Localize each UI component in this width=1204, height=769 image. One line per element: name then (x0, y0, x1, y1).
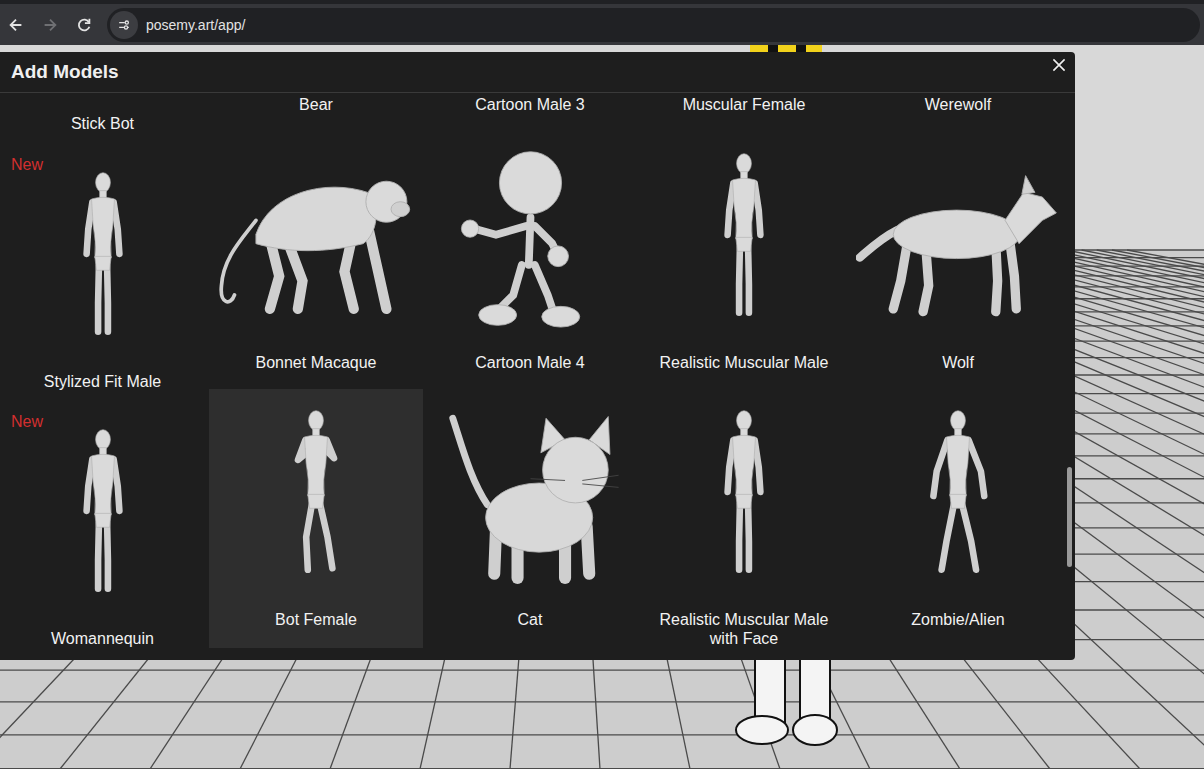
figure-icon (703, 135, 785, 343)
back-arrow-icon[interactable] (5, 16, 27, 34)
model-thumbnail (209, 389, 423, 602)
model-list[interactable]: Stick Bot New Stylized Fit Male New Womanneq… (0, 93, 1075, 660)
model-name: Muscular Female (673, 95, 816, 114)
add-models-dialog: Add ModelsStick BotNewStylized Fit MaleN… (0, 52, 1075, 660)
model-name: Bonnet Macaque (246, 353, 387, 372)
forward-arrow-icon[interactable] (39, 16, 61, 34)
scrollbar-thumb[interactable] (1067, 467, 1072, 567)
browser-window: posemy.art/app/Add Models Stick Bot New Sty… (0, 0, 1204, 769)
figure-icon (62, 411, 144, 619)
model-name: Realistic Muscular Male (650, 353, 839, 372)
cartoon-figure-icon (428, 144, 633, 334)
dialog-header: Add Models (0, 52, 1075, 93)
wolf-icon (856, 144, 1061, 334)
model-card[interactable]: Bonnet Macaque (209, 132, 423, 389)
model-card[interactable]: New Stylized Fit Male (0, 145, 205, 402)
figure-feet[interactable] (736, 645, 837, 745)
model-card[interactable]: Zombie/Alien (851, 389, 1065, 648)
model-thumbnail (637, 389, 851, 602)
close-icon[interactable] (1047, 53, 1071, 77)
model-column: Stick Bot New Stylized Fit Male New Womanneq… (0, 93, 205, 660)
url-text[interactable]: posemy.art/app/ (146, 17, 245, 33)
model-card[interactable]: Cartoon Male 3 (423, 93, 637, 132)
model-card[interactable]: Cat (423, 389, 637, 648)
site-info-button[interactable] (110, 11, 138, 39)
model-name: Realistic Muscular Male with Face (637, 610, 851, 648)
model-card[interactable]: Wolf (851, 132, 1065, 389)
model-name: Werewolf (915, 95, 1001, 114)
app-viewport[interactable]: Add ModelsStick BotNewStylized Fit MaleN… (0, 45, 1204, 769)
scrollbar[interactable] (1065, 93, 1075, 660)
figure-icon (275, 392, 357, 600)
new-badge: New (11, 156, 43, 174)
model-thumbnail (851, 389, 1065, 602)
model-card[interactable]: Cartoon Male 4 (423, 132, 637, 389)
model-thumbnail (0, 151, 205, 364)
model-name: Cartoon Male 3 (465, 95, 594, 114)
model-thumbnail (209, 132, 423, 345)
dialog-title: Add Models (11, 61, 119, 83)
model-name: Bot Female (265, 610, 367, 629)
cat-icon (428, 401, 633, 591)
model-thumbnail (637, 132, 851, 345)
new-badge: New (11, 413, 43, 431)
figure-icon (917, 392, 999, 600)
model-name: Womannequin (41, 629, 164, 648)
model-card[interactable]: Stick Bot (0, 93, 205, 145)
model-card[interactable]: Muscular Female (637, 93, 851, 132)
site-settings-icon (116, 17, 132, 33)
model-card[interactable]: Bear (209, 93, 423, 132)
model-name: Wolf (932, 353, 984, 372)
model-thumbnail (423, 389, 637, 602)
model-card[interactable]: Realistic Muscular Male with Face (637, 389, 851, 648)
model-name: Bear (289, 95, 343, 114)
model-card[interactable]: Werewolf (851, 93, 1065, 132)
reload-icon[interactable] (73, 16, 95, 34)
model-card[interactable]: New Womannequin (0, 402, 205, 659)
model-name: Stylized Fit Male (34, 372, 171, 391)
figure-icon (62, 154, 144, 362)
monkey-icon (214, 144, 419, 334)
model-card[interactable]: Bot Female (209, 389, 423, 648)
model-thumbnail (0, 408, 205, 621)
model-card[interactable]: Realistic Muscular Male (637, 132, 851, 389)
model-grid: Bear Cartoon Male 3 Muscular Female Werewol… (209, 93, 1065, 660)
model-name: Cat (508, 610, 553, 629)
model-thumbnail (851, 132, 1065, 345)
browser-toolbar: posemy.art/app/ (0, 0, 1204, 45)
model-name: Stick Bot (61, 114, 144, 133)
address-bar[interactable]: posemy.art/app/ (107, 8, 1200, 42)
model-name: Zombie/Alien (901, 610, 1014, 629)
figure-icon (703, 392, 785, 600)
model-thumbnail (423, 132, 637, 345)
model-name: Cartoon Male 4 (465, 353, 594, 372)
